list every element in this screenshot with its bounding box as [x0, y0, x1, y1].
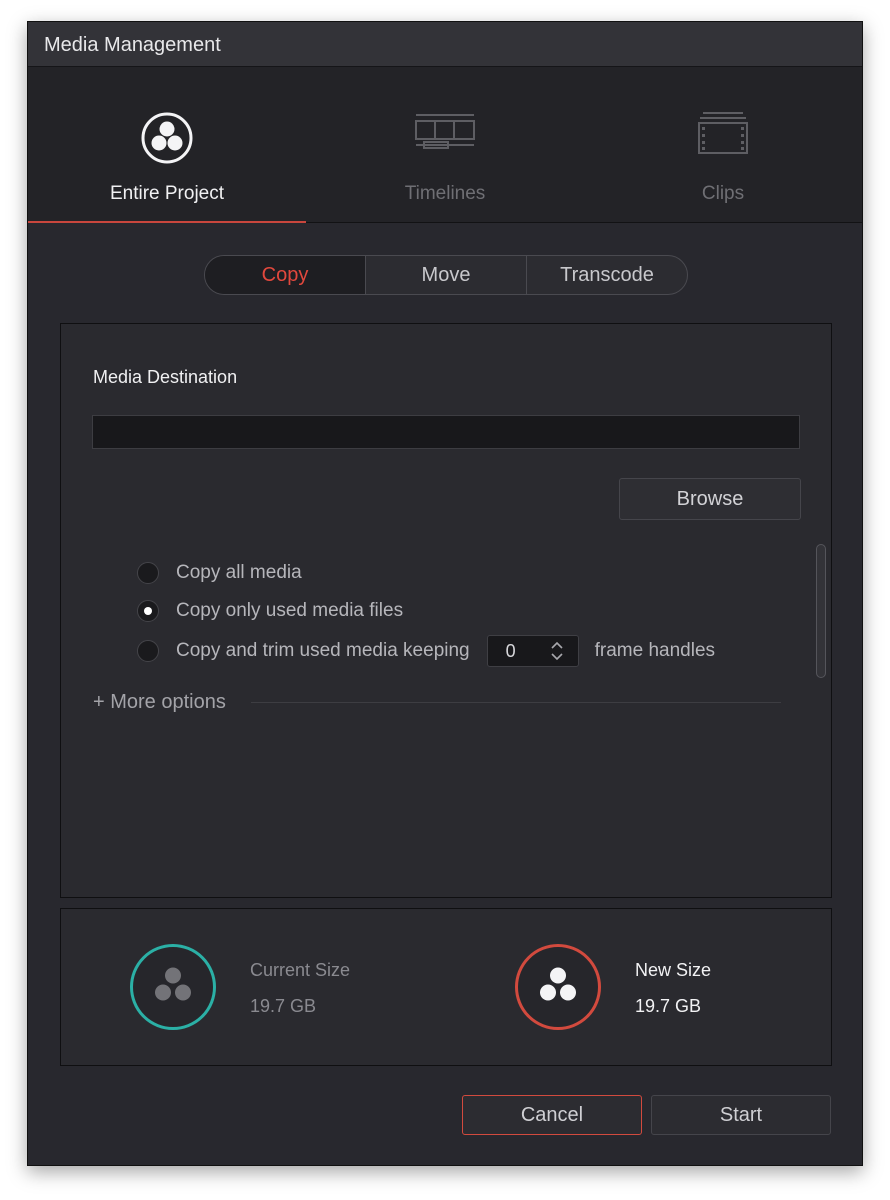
- option-copy-all[interactable]: Copy all media: [137, 560, 302, 586]
- tab-label: Clips: [701, 183, 745, 204]
- tab-label: Timelines: [404, 183, 486, 204]
- current-size-label: Current Size: [250, 960, 351, 980]
- copy-all-radio[interactable]: [137, 562, 159, 584]
- new-size-value: 19.7 GB: [635, 996, 702, 1016]
- media-management-dialog: Media Management Entire Project Timeline…: [27, 21, 863, 1166]
- window-title: Media Management: [44, 34, 221, 56]
- copy-used-radio[interactable]: [137, 600, 159, 622]
- current-size-badge: [130, 944, 216, 1030]
- copy-used-label: Copy only used media files: [176, 600, 404, 621]
- cancel-button[interactable]: Cancel: [462, 1095, 642, 1135]
- copy-trim-radio[interactable]: [137, 640, 159, 662]
- timeline-icon: [414, 111, 476, 156]
- copy-all-label: Copy all media: [176, 562, 302, 583]
- option-copy-trim[interactable]: Copy and trim used media keeping 0 frame…: [137, 635, 716, 667]
- mode-copy[interactable]: Copy: [205, 256, 365, 294]
- mode-segmented-control: Copy Move Transcode: [204, 255, 688, 295]
- tab-label: Entire Project: [109, 183, 225, 204]
- divider: [251, 702, 781, 703]
- mode-transcode[interactable]: Transcode: [526, 256, 687, 294]
- tab-timelines[interactable]: Timelines: [306, 67, 584, 222]
- copy-trim-label: Copy and trim used media keeping: [176, 640, 470, 661]
- resolve-logo-icon: [140, 111, 194, 170]
- options-panel: Media Destination Browse Copy all media …: [60, 323, 832, 898]
- tab-entire-project[interactable]: Entire Project: [28, 67, 306, 223]
- resolve-logo-icon: [151, 965, 195, 1010]
- current-size-info: Current Size 19.7 GB: [250, 960, 350, 1017]
- option-copy-used[interactable]: Copy only used media files: [137, 598, 403, 624]
- start-button[interactable]: Start: [651, 1095, 831, 1135]
- panel-scrollbar[interactable]: [816, 544, 826, 678]
- new-size-label: New Size: [635, 960, 712, 980]
- resolve-logo-icon: [536, 965, 580, 1010]
- frame-handles-value: 0: [505, 641, 516, 661]
- more-options-toggle[interactable]: + More options: [93, 691, 226, 714]
- browse-button[interactable]: Browse: [619, 478, 801, 520]
- new-size-info: New Size 19.7 GB: [635, 960, 711, 1017]
- destination-path-input[interactable]: [92, 415, 800, 449]
- frame-handles-label: frame handles: [594, 640, 716, 661]
- frame-handles-stepper[interactable]: 0: [486, 635, 579, 667]
- film-clip-icon: [697, 111, 749, 160]
- size-summary-panel: Current Size 19.7 GB New Size 19.7 GB: [60, 908, 832, 1066]
- title-bar: Media Management: [28, 22, 862, 67]
- mode-move[interactable]: Move: [365, 256, 526, 294]
- scope-tabs: Entire Project Timelines Clips: [28, 67, 862, 223]
- new-size-badge: [515, 944, 601, 1030]
- current-size-value: 19.7 GB: [250, 996, 317, 1016]
- tab-clips[interactable]: Clips: [584, 67, 862, 222]
- stepper-chevron-icon[interactable]: [550, 639, 564, 663]
- media-destination-heading: Media Destination: [93, 367, 238, 387]
